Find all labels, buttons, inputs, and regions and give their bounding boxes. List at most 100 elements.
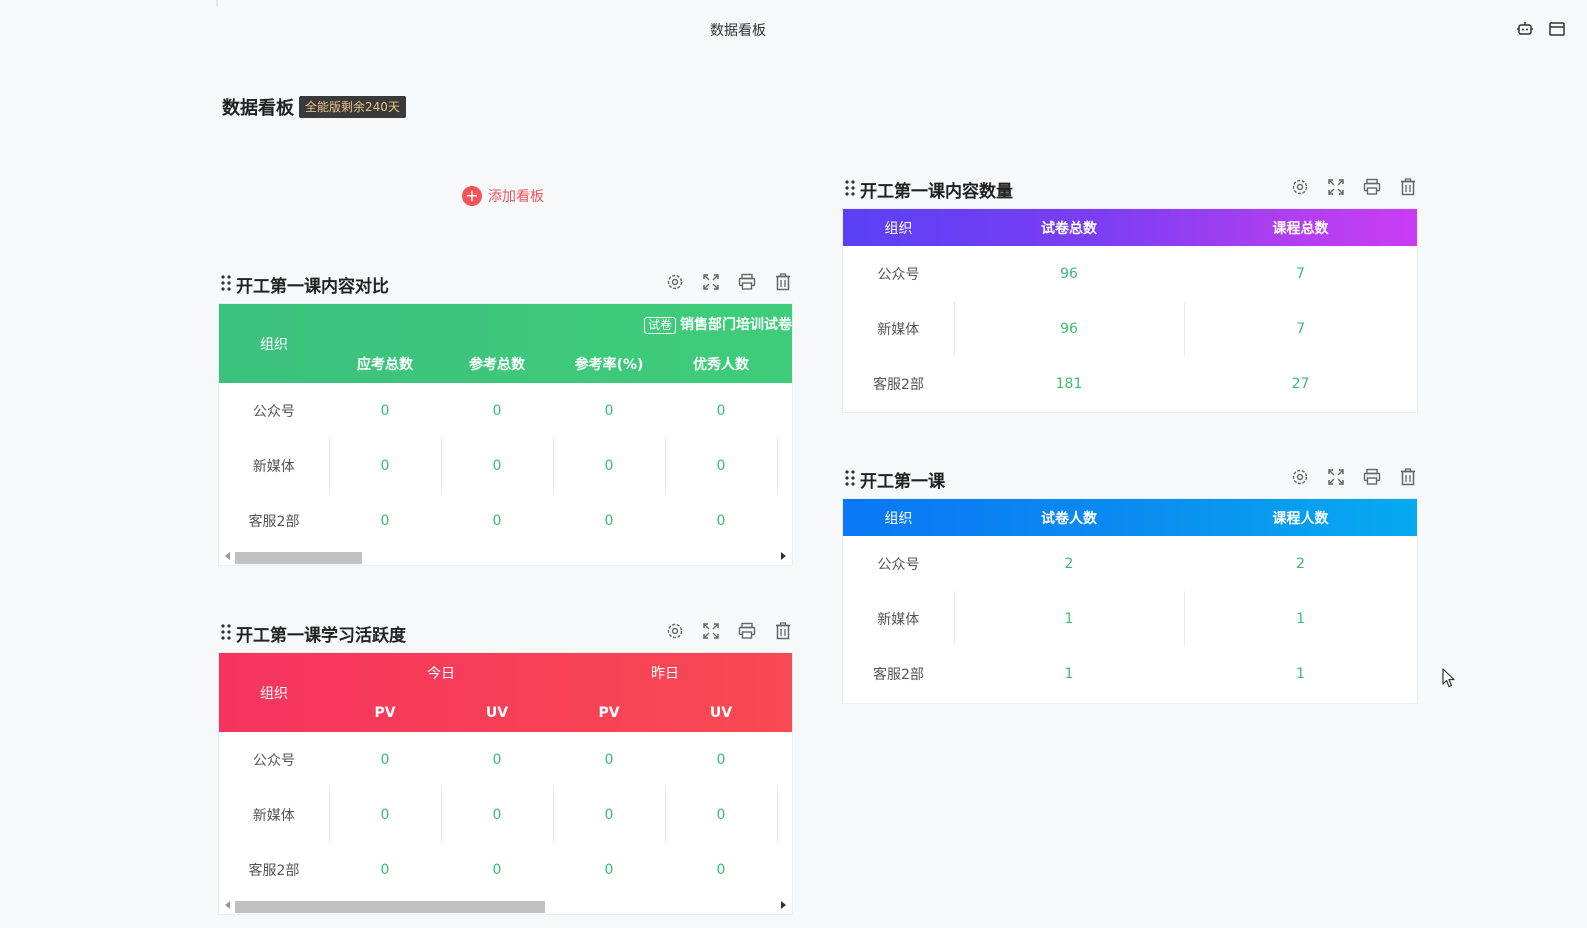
table-cell: 2	[1064, 555, 1074, 572]
delete-icon[interactable]	[1398, 177, 1418, 197]
table-cell: 7	[1296, 265, 1305, 282]
delete-icon[interactable]	[773, 621, 793, 641]
widget-learning-activity: 开工第一课学习活跃度 组织 今日 昨日 PV UV PV UV 公众号 0 0 …	[218, 619, 793, 915]
column-header: 应考总数	[357, 356, 413, 373]
table-row: 公众号 96 7	[843, 246, 1417, 301]
scrollbar-thumb[interactable]	[235, 552, 362, 564]
table-cell-org: 公众号	[877, 556, 920, 573]
table-cell: 0	[716, 751, 726, 768]
plus-icon: +	[462, 186, 482, 206]
table-container: 组织 试卷总数 课程总数 公众号 96 7 新媒体 96 7 客服2部 181 …	[842, 208, 1418, 413]
table-cell: 27	[1291, 375, 1310, 392]
column-header-filler	[777, 344, 792, 383]
table-cell: 0	[604, 861, 614, 878]
widget-title: 开工第一课学习活跃度	[236, 626, 406, 646]
fullscreen-icon[interactable]	[701, 272, 721, 292]
fullscreen-icon[interactable]	[1326, 467, 1346, 487]
table-cell: 0	[553, 438, 666, 493]
table-cell-org: 新媒体	[219, 787, 330, 842]
table-cell: 181	[1055, 375, 1083, 392]
table-cell-org: 客服2部	[873, 376, 924, 393]
print-icon[interactable]	[1362, 467, 1382, 487]
table-header-group-row: 组织 今日 昨日	[219, 653, 792, 702]
widget-content-compare: 开工第一课内容对比 组织 试卷 销售部门培训试卷 应考总数 参考总数 参考率(%…	[218, 270, 793, 566]
scroll-left-icon[interactable]	[225, 552, 230, 560]
column-header: 参考率(%)	[574, 356, 644, 373]
scroll-left-icon[interactable]	[225, 901, 230, 909]
table-cell: 0	[665, 787, 778, 842]
exam-tag: 试卷	[644, 317, 677, 334]
settings-icon[interactable]	[665, 621, 685, 641]
table-row: 新媒体 0 0 0 0	[219, 438, 792, 493]
column-header: 组织	[260, 685, 288, 702]
drag-handle-icon[interactable]	[845, 469, 855, 487]
table-row: 新媒体 1 1	[843, 591, 1417, 646]
column-header: PV	[598, 704, 620, 721]
drag-handle-icon[interactable]	[845, 179, 855, 197]
table-cell: 1	[1296, 665, 1305, 682]
table-row: 客服2部 1 1	[843, 646, 1417, 701]
table-row: 客服2部 0 0 0 0	[219, 493, 792, 548]
scroll-right-icon[interactable]	[781, 552, 786, 560]
column-header: 组织	[884, 510, 913, 527]
drag-handle-icon[interactable]	[221, 274, 231, 292]
table-container: 组织 试卷 销售部门培训试卷 应考总数 参考总数 参考率(%) 优秀人数 公众号 …	[218, 303, 793, 566]
widget-toolbar	[1290, 467, 1418, 487]
fullscreen-icon[interactable]	[701, 621, 721, 641]
window-title: 数据看板	[710, 23, 766, 39]
widget-toolbar	[1290, 177, 1418, 197]
data-table: 组织 试卷总数 课程总数 公众号 96 7 新媒体 96 7 客服2部 181 …	[843, 209, 1417, 411]
data-table: 组织 试卷 销售部门培训试卷 应考总数 参考总数 参考率(%) 优秀人数 公众号 …	[219, 304, 793, 548]
group-header-label: 销售部门培训试卷	[680, 317, 793, 333]
print-icon[interactable]	[1362, 177, 1382, 197]
table-cell: 0	[380, 751, 390, 768]
fullscreen-icon[interactable]	[1326, 177, 1346, 197]
widget-first-lesson: 开工第一课 组织 试卷人数 课程人数 公众号 2 2 新媒体 1 1 客服2部 …	[842, 465, 1418, 704]
table-container: 组织 今日 昨日 PV UV PV UV 公众号 0 0 0 0 新媒体 0 0…	[218, 652, 793, 915]
plan-badge: 全能版剩余240天	[299, 96, 406, 118]
widget-content-count: 开工第一课内容数量 组织 试卷总数 课程总数 公众号 96 7 新媒体 96 7…	[842, 175, 1418, 413]
table-row: 客服2部 0 0 0 0	[219, 842, 792, 897]
drag-handle-icon[interactable]	[221, 623, 231, 641]
horizontal-scrollbar[interactable]	[219, 548, 792, 565]
data-table: 组织 试卷人数 课程人数 公众号 2 2 新媒体 1 1 客服2部 1 1	[843, 499, 1417, 701]
table-cell: 2	[1296, 555, 1305, 572]
top-bar: 数据看板	[0, 0, 1587, 58]
add-board-button[interactable]: + 添加看板	[462, 185, 544, 207]
delete-icon[interactable]	[773, 272, 793, 292]
table-row: 公众号 0 0 0 0	[219, 732, 792, 787]
table-cell: 0	[329, 787, 442, 842]
table-cell: 7	[1296, 320, 1306, 337]
scrollbar-thumb[interactable]	[235, 901, 545, 913]
table-cell: 0	[492, 512, 502, 529]
group-header: 昨日	[651, 666, 679, 682]
window-icon[interactable]	[1548, 20, 1566, 38]
widget-header: 开工第一课学习活跃度	[218, 619, 793, 647]
column-header: 组织	[260, 336, 288, 353]
widget-header: 开工第一课	[842, 465, 1418, 493]
widget-title: 开工第一课内容数量	[860, 182, 1013, 202]
table-cell: 0	[492, 402, 502, 419]
column-header: 试卷总数	[1041, 220, 1097, 237]
delete-icon[interactable]	[1398, 467, 1418, 487]
robot-icon[interactable]	[1516, 20, 1534, 38]
widget-header: 开工第一课内容对比	[218, 270, 793, 298]
table-cell-org: 客服2部	[248, 513, 300, 530]
data-table: 组织 今日 昨日 PV UV PV UV 公众号 0 0 0 0 新媒体 0 0…	[219, 653, 792, 897]
table-cell: 96	[954, 301, 1185, 356]
widget-toolbar	[665, 272, 793, 292]
horizontal-scrollbar[interactable]	[219, 897, 792, 914]
print-icon[interactable]	[737, 272, 757, 292]
settings-icon[interactable]	[1290, 467, 1310, 487]
table-cell: 0	[441, 438, 554, 493]
table-row: 公众号 0 0 0 0	[219, 383, 792, 438]
column-header: 组织	[884, 220, 913, 237]
scroll-right-icon[interactable]	[781, 901, 786, 909]
table-cell: 0	[380, 402, 390, 419]
table-cell: 1	[1064, 665, 1074, 682]
table-cell-org: 公众号	[877, 266, 920, 283]
settings-icon[interactable]	[665, 272, 685, 292]
table-cell-org: 客服2部	[873, 666, 924, 683]
settings-icon[interactable]	[1290, 177, 1310, 197]
print-icon[interactable]	[737, 621, 757, 641]
